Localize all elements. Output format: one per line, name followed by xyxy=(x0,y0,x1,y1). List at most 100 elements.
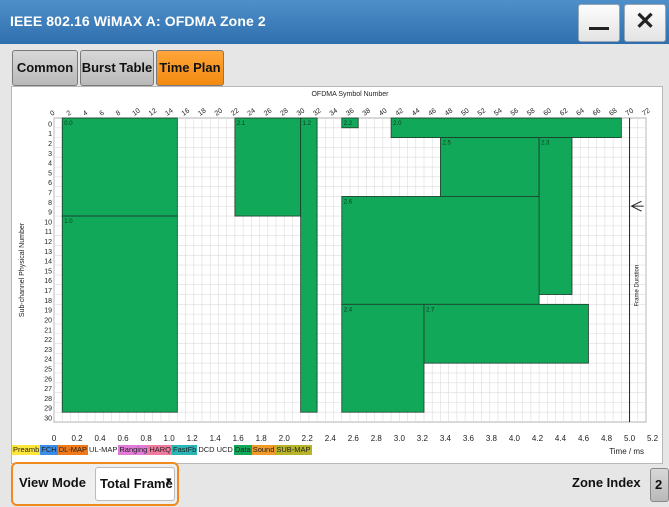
x-tick-top: 8 xyxy=(115,110,122,118)
burst-block xyxy=(300,117,318,413)
x-tick-top: 42 xyxy=(394,107,404,117)
view-mode-label: View Mode xyxy=(19,475,86,490)
x-tick-top: 6 xyxy=(98,110,105,118)
y-tick: 2 xyxy=(48,141,52,148)
minimize-button[interactable] xyxy=(578,4,620,42)
title-bar: IEEE 802.16 WiMAX A: OFDMA Zone 2 ✕ xyxy=(0,0,669,44)
zone-index-field[interactable]: 2 xyxy=(650,468,669,502)
x-tick-top: 4 xyxy=(82,110,89,118)
y-tick: 5 xyxy=(48,170,52,177)
x-tick-bottom: 2.8 xyxy=(371,434,383,443)
burst-label: 2.5 xyxy=(442,141,451,147)
burst-block xyxy=(390,117,622,139)
y-axis-title: Sub-channel Physical Number xyxy=(19,222,26,317)
x-tick-top: 26 xyxy=(263,107,273,117)
x-tick-top: 24 xyxy=(246,107,256,117)
time-plan-chart: 0.0 1.0 2.1 1.2 2.2 2.0 2.5 2.3 2.6 2.4 2.7 Frame D… xyxy=(19,91,659,456)
window-title: IEEE 802.16 WiMAX A: OFDMA Zone 2 xyxy=(10,13,266,29)
frame-duration-label: Frame Duration xyxy=(635,265,641,307)
x-tick-bottom: 0.8 xyxy=(141,434,153,443)
burst-label: 0.0 xyxy=(64,121,73,127)
x-tick-bottom: 3.4 xyxy=(440,434,452,443)
x-tick-bottom: 3.0 xyxy=(394,434,406,443)
legend-item: UL-MAP xyxy=(88,445,119,455)
x-tick-top: 56 xyxy=(510,107,520,117)
x-tick-top: 2 xyxy=(66,110,73,118)
burst-block xyxy=(341,303,425,413)
y-tick: 18 xyxy=(44,298,52,305)
x-tick-top: 30 xyxy=(296,107,306,117)
x-tick-top: 54 xyxy=(493,107,503,117)
x-tick-bottom: 3.6 xyxy=(463,434,475,443)
y-tick: 1 xyxy=(48,131,52,138)
x-tick-bottom: 1.4 xyxy=(210,434,222,443)
burst-label: 2.3 xyxy=(541,141,550,147)
x-tick-bottom: 0.4 xyxy=(94,434,106,443)
y-tick: 24 xyxy=(44,357,52,364)
x-tick-top: 52 xyxy=(477,107,487,117)
x-tick-top: 66 xyxy=(592,107,602,117)
y-tick: 14 xyxy=(44,259,52,266)
x-tick-bottom: 2.2 xyxy=(302,434,314,443)
x-tick-top: 10 xyxy=(131,107,141,117)
legend-item: DL-MAP xyxy=(57,445,89,455)
y-tick: 22 xyxy=(44,337,52,344)
x-tick-bottom: 5.2 xyxy=(647,434,659,443)
close-button[interactable]: ✕ xyxy=(624,4,666,42)
y-tick: 11 xyxy=(45,229,52,236)
y-tick: 27 xyxy=(44,386,52,393)
x-tick-bottom: 0.2 xyxy=(71,434,83,443)
x-tick-top: 0 xyxy=(49,110,56,118)
x-tick-bottom: 1.0 xyxy=(164,434,176,443)
x-tick-bottom: 1.2 xyxy=(187,434,199,443)
burst-label: 2.7 xyxy=(426,307,435,313)
y-tick: 13 xyxy=(44,249,52,256)
y-tick: 7 xyxy=(48,190,52,197)
legend-item: DCD xyxy=(197,445,216,455)
x-tick-top: 48 xyxy=(444,107,454,117)
burst-block xyxy=(538,137,573,295)
x-tick-top: 16 xyxy=(181,107,191,117)
y-tick: 23 xyxy=(44,347,52,354)
y-tick: 3 xyxy=(48,151,52,158)
burst-label: 2.1 xyxy=(237,121,246,127)
x-tick-top: 32 xyxy=(312,107,322,117)
x-tick-top: 58 xyxy=(526,107,536,117)
x-tick-top: 18 xyxy=(197,107,207,117)
x-tick-top: 62 xyxy=(559,107,569,117)
x-tick-bottom: 4.0 xyxy=(509,434,521,443)
x-axis-title-bottom: Time / ms xyxy=(609,447,644,456)
y-tick: 21 xyxy=(44,327,52,334)
y-tick: 4 xyxy=(48,161,52,168)
x-tick-bottom: 4.2 xyxy=(532,434,544,443)
x-tick-top: 12 xyxy=(148,107,158,117)
tab-time-plan[interactable]: Time Plan xyxy=(156,50,224,86)
x-tick-top: 44 xyxy=(411,107,421,117)
burst-block xyxy=(423,303,589,364)
y-tick: 8 xyxy=(48,200,52,207)
burst-label: 2.6 xyxy=(344,199,353,205)
burst-block xyxy=(61,117,178,217)
x-tick-top: 20 xyxy=(214,107,224,117)
x-tick-top: 46 xyxy=(427,107,437,117)
y-tick: 9 xyxy=(48,210,52,217)
x-tick-top: 72 xyxy=(641,107,651,117)
y-tick: 15 xyxy=(44,268,52,275)
view-mode-value: Total Frame xyxy=(100,476,173,491)
tab-burst-table[interactable]: Burst Table xyxy=(80,50,154,86)
dropdown-arrow-icon: ▾ xyxy=(166,475,172,487)
view-mode-group: View Mode Total Frame ▾ xyxy=(11,462,179,506)
y-tick: 20 xyxy=(44,317,52,324)
y-tick: 17 xyxy=(44,288,52,295)
burst-block xyxy=(341,196,540,305)
x-tick-bottom: 0 xyxy=(52,434,57,443)
view-mode-select[interactable]: Total Frame ▾ xyxy=(95,467,175,501)
legend-item: Data xyxy=(233,445,252,455)
legend-item: UCD xyxy=(215,445,234,455)
x-tick-bottom: 2.0 xyxy=(279,434,291,443)
time-plan-panel: 0.0 1.0 2.1 1.2 2.2 2.0 2.5 2.3 2.6 2.4 2.7 Frame D… xyxy=(11,86,663,464)
x-tick-top: 64 xyxy=(575,107,585,117)
x-tick-bottom: 1.8 xyxy=(256,434,268,443)
tab-common[interactable]: Common xyxy=(12,50,78,86)
x-tick-bottom: 4.4 xyxy=(555,434,567,443)
